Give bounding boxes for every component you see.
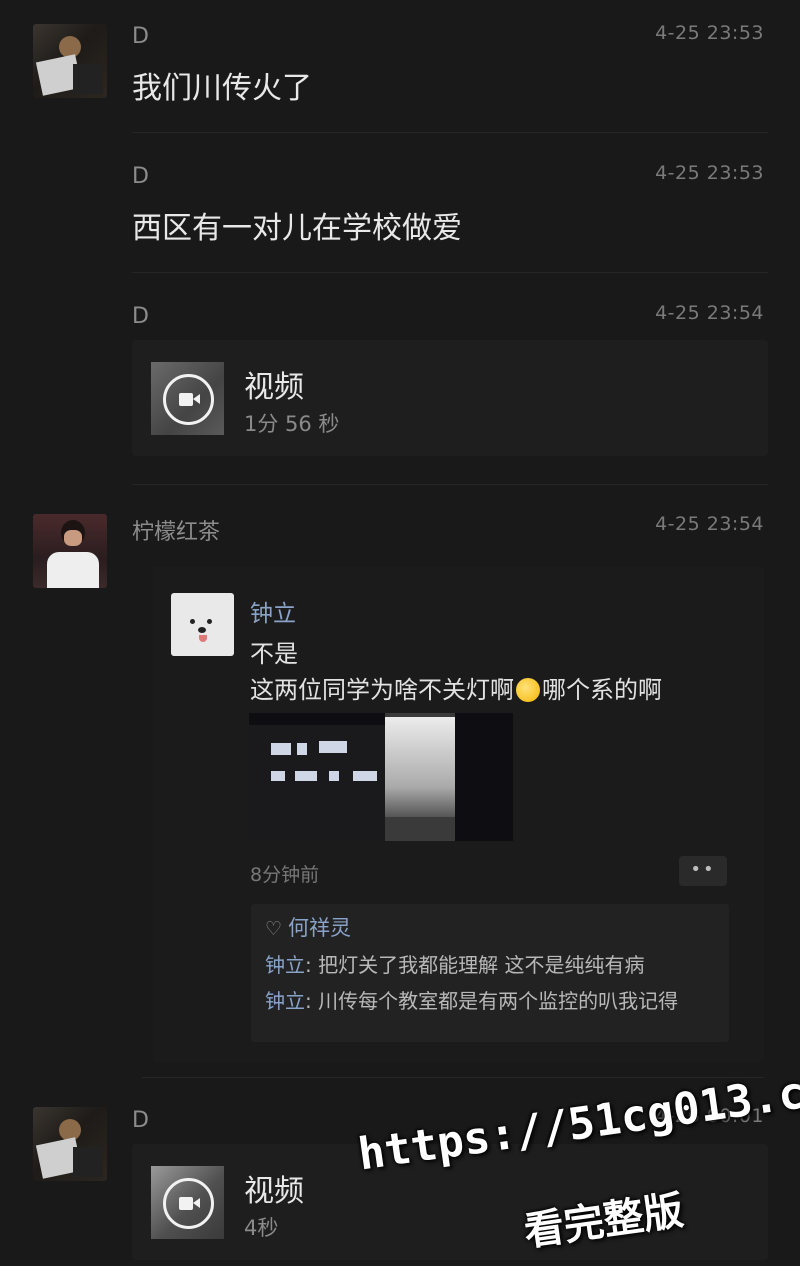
message-time: 4-25 23:54 xyxy=(655,513,764,535)
quoted-image[interactable] xyxy=(249,713,513,841)
sender-name: D xyxy=(132,164,149,189)
message-text[interactable]: 西区有一对儿在学校做爱 xyxy=(132,203,462,247)
video-title: 视频 xyxy=(244,1174,304,1209)
flushed-emoji-icon xyxy=(516,678,540,702)
video-card[interactable]: 视频 1分 56 秒 xyxy=(132,340,768,456)
sender-name: 柠檬红茶 xyxy=(132,520,221,545)
heart-icon: ♡ xyxy=(265,918,283,940)
post-time-ago: 8分钟前 xyxy=(250,864,320,886)
message-time: 4-25 23:54 xyxy=(655,302,764,324)
avatar[interactable] xyxy=(33,514,107,588)
quoted-text-line2: 这两位同学为啥不关灯啊 哪个系的啊 xyxy=(250,670,662,705)
comment[interactable]: 钟立: 川传每个教室都是有两个监控的叭我记得 xyxy=(265,988,715,1014)
quoted-text-line1: 不是 xyxy=(250,640,298,668)
more-button[interactable]: •• xyxy=(679,856,727,886)
likes-row[interactable]: ♡ 何祥灵 xyxy=(265,912,351,942)
video-title: 视频 xyxy=(244,370,304,405)
comments-panel: ♡ 何祥灵 钟立: 把灯关了我都能理解 这不是纯纯有病 钟立: 川传每个教室都是有… xyxy=(251,904,729,1042)
quoted-author[interactable]: 钟立 xyxy=(250,594,296,628)
comment-author[interactable]: 钟立 xyxy=(265,989,305,1013)
sender-name: D xyxy=(132,304,149,329)
liker-name[interactable]: 何祥灵 xyxy=(288,916,351,940)
comment[interactable]: 钟立: 把灯关了我都能理解 这不是纯纯有病 xyxy=(265,952,715,978)
divider xyxy=(132,132,768,133)
message-time: 4-25 23:53 xyxy=(655,162,764,184)
message-text[interactable]: 我们川传火了 xyxy=(132,63,312,107)
quoted-avatar[interactable] xyxy=(171,593,234,656)
video-thumbnail[interactable] xyxy=(151,1166,224,1239)
video-thumbnail[interactable] xyxy=(151,362,224,435)
avatar[interactable] xyxy=(33,24,107,98)
video-camera-icon xyxy=(163,374,214,425)
comment-author[interactable]: 钟立 xyxy=(265,953,305,977)
divider xyxy=(142,1077,764,1078)
divider xyxy=(132,272,768,273)
quoted-text-part: 这两位同学为啥不关灯啊 xyxy=(250,676,514,704)
comment-text: 把灯关了我都能理解 这不是纯纯有病 xyxy=(318,953,645,977)
video-camera-icon xyxy=(163,1178,214,1229)
message-time: 4-25 23:53 xyxy=(655,22,764,44)
avatar[interactable] xyxy=(33,1107,107,1181)
video-duration: 4秒 xyxy=(244,1216,279,1240)
video-duration: 1分 56 秒 xyxy=(244,412,340,436)
comment-text: 川传每个教室都是有两个监控的叭我记得 xyxy=(318,989,679,1013)
quoted-text-part: 哪个系的啊 xyxy=(542,676,662,704)
sender-name: D xyxy=(132,24,149,49)
divider xyxy=(132,484,768,485)
sender-name: D xyxy=(132,1108,149,1133)
